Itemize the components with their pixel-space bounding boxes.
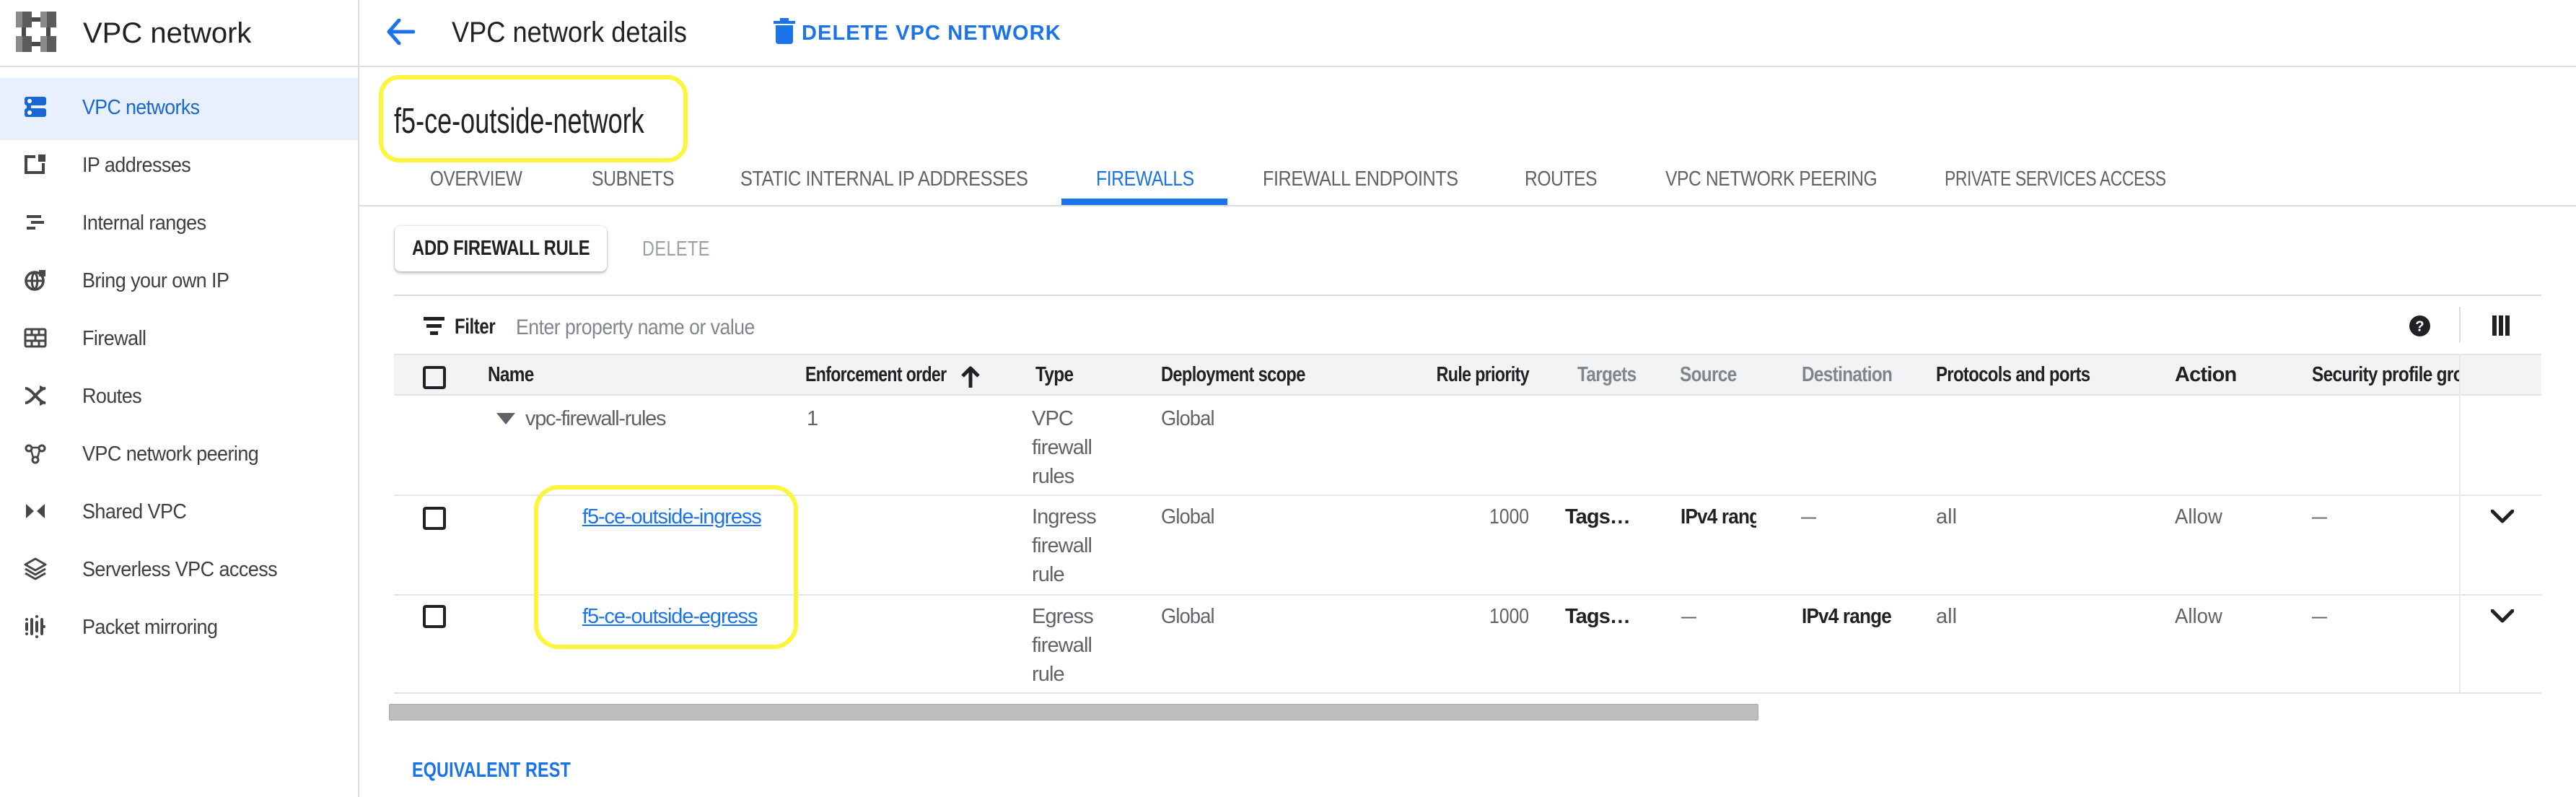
svg-text:?: ? — [2415, 319, 2424, 335]
